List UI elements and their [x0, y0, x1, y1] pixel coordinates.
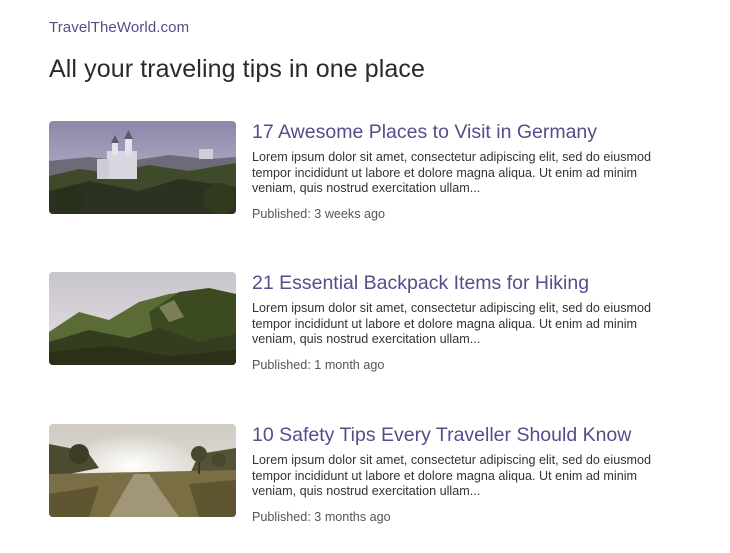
article-excerpt: Lorem ipsum dolor sit amet, consectetur … [252, 301, 651, 346]
article-thumbnail-countryside[interactable] [49, 424, 236, 517]
article-card: 10 Safety Tips Every Traveller Should Kn… [49, 424, 689, 534]
article-excerpt: Lorem ipsum dolor sit amet, consectetur … [252, 150, 651, 195]
article-title-link[interactable]: 17 Awesome Places to Visit in Germany [252, 119, 682, 145]
article-content: 10 Safety Tips Every Traveller Should Kn… [252, 424, 682, 524]
article-thumbnail-castle[interactable] [49, 121, 236, 214]
article-content: 17 Awesome Places to Visit in Germany Lo… [252, 121, 682, 221]
site-logo-link[interactable]: TravelTheWorld.com [49, 19, 189, 36]
article-published-date: Published: 3 months ago [252, 509, 391, 524]
article-content: 21 Essential Backpack Items for Hiking L… [252, 272, 682, 372]
article-title-link[interactable]: 10 Safety Tips Every Traveller Should Kn… [252, 422, 682, 448]
article-published-date: Published: 1 month ago [252, 357, 385, 372]
article-title-link[interactable]: 21 Essential Backpack Items for Hiking [252, 270, 682, 296]
article-published-date: Published: 3 weeks ago [252, 206, 386, 221]
article-thumbnail-cliffs[interactable] [49, 272, 236, 365]
article-excerpt: Lorem ipsum dolor sit amet, consectetur … [252, 453, 651, 498]
page-title: All your traveling tips in one place [49, 55, 426, 83]
article-card: 21 Essential Backpack Items for Hiking L… [49, 272, 689, 382]
article-card: 17 Awesome Places to Visit in Germany Lo… [49, 121, 689, 231]
